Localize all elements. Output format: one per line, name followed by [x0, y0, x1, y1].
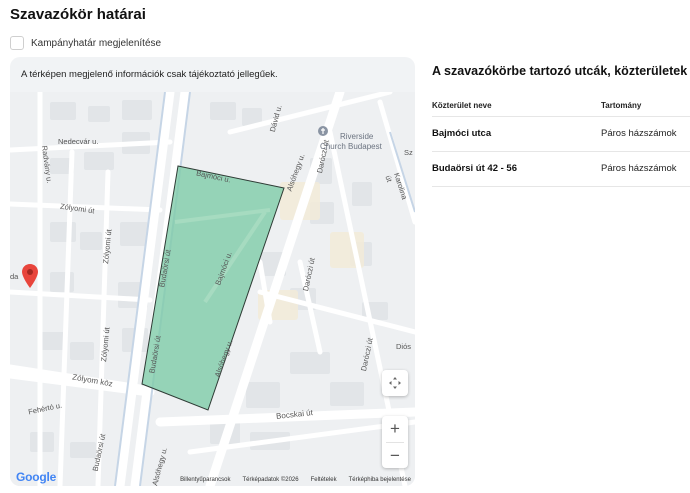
map-attribution: Billentyűparancsok Térképadatok ©2026 Fe…: [180, 477, 411, 483]
campaign-toggle-label: Kampányhatár megjelenítése: [31, 37, 162, 49]
terms-link[interactable]: Feltételek: [311, 477, 337, 483]
google-logo: Google: [16, 470, 56, 484]
place-label: Church Budapest: [320, 142, 382, 151]
street-label: Bajmóci u.: [195, 168, 232, 185]
streets-table: Közterület neve Tartomány Bajmóci utca P…: [432, 96, 690, 187]
street-name: Budaörsi út 42 - 56: [432, 151, 601, 187]
street-label: Alsóhegy u.: [150, 446, 170, 486]
street-label: Budaörsi út: [147, 335, 163, 374]
streets-title: A szavazókörbe tartozó utcák, közterület…: [432, 64, 688, 78]
street-label: Zólyomi út: [99, 326, 112, 363]
street-label: Bajmóci u.: [213, 250, 234, 287]
street-range: Páros házszámok: [601, 151, 690, 187]
street-label: Radvány u.: [39, 145, 55, 184]
report-map-error-link[interactable]: Térképhiba bejelentése: [349, 477, 411, 483]
church-icon: [318, 126, 328, 136]
street-label: Zólyom köz: [71, 372, 114, 389]
street-label: Daróczi út: [358, 337, 375, 372]
place-label: Riverside: [340, 132, 374, 141]
map-canvas[interactable]: Bajmóci u. Bajmóci u. Nedecvár u. Radván…: [10, 92, 415, 486]
map-data-credit: Térképadatok ©2026: [242, 477, 299, 483]
fullscreen-button[interactable]: [382, 370, 408, 396]
street-label: Alsóhegy u.: [284, 152, 307, 193]
column-header-range: Tartomány: [601, 96, 690, 117]
street-label: Fehértó u.: [27, 400, 63, 417]
street-label: Sz: [404, 148, 413, 157]
expand-icon: [389, 377, 401, 389]
table-header-row: Közterület neve Tartomány: [432, 96, 690, 117]
street-label: Daróczi út: [300, 257, 317, 292]
zoom-in-button[interactable]: +: [382, 416, 408, 442]
street-label: Karolina út: [383, 171, 410, 201]
location-marker-icon[interactable]: [22, 264, 38, 288]
street-label: Bocskai út: [275, 408, 314, 421]
campaign-checkbox[interactable]: [10, 36, 24, 50]
column-header-name: Közterület neve: [432, 96, 601, 117]
map-note: A térképen megjelenő információk csak tá…: [21, 69, 278, 80]
zoom-out-button[interactable]: −: [382, 443, 408, 469]
table-row: Bajmóci utca Páros házszámok: [432, 116, 690, 152]
google-logo-text: Google: [16, 470, 57, 484]
page-title: Szavazókör határai: [10, 6, 146, 23]
campaign-toggle[interactable]: Kampányhatár megjelenítése: [10, 36, 161, 50]
street-label: Zólyomi út: [101, 228, 114, 265]
map-card: A térképen megjelenő információk csak tá…: [10, 57, 415, 486]
table-row: Budaörsi út 42 - 56 Páros házszámok: [432, 151, 690, 187]
street-label: Budaörsi út: [90, 433, 108, 472]
street-label: Budaörsi út: [157, 249, 173, 288]
street-label: Dávid u.: [267, 104, 284, 133]
street-label: da: [10, 272, 19, 281]
keyboard-shortcuts-link[interactable]: Billentyűparancsok: [180, 477, 230, 483]
street-label: Alsóhegy u.: [212, 338, 235, 379]
street-label: Diós: [396, 342, 412, 351]
zoom-controls: + −: [382, 416, 408, 468]
street-name: Bajmóci utca: [432, 116, 601, 152]
street-range: Páros házszámok: [601, 116, 690, 152]
street-label: Nedecvár u.: [58, 137, 99, 146]
street-label: Zólyomi út: [59, 201, 96, 216]
